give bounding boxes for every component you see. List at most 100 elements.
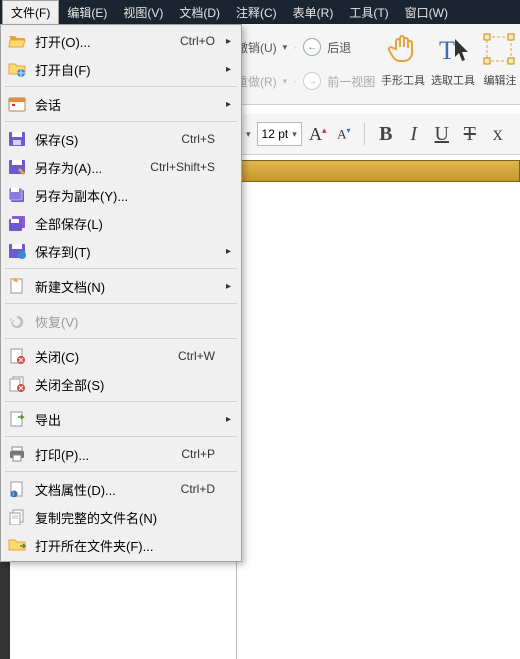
hand-tool[interactable]: 手形工具 bbox=[380, 28, 426, 88]
dropdown-caret-icon[interactable]: ▾ bbox=[283, 76, 288, 87]
menu-item-label: 打开所在文件夹(F)... bbox=[35, 536, 215, 555]
prev-view-arrow-icon[interactable]: → bbox=[303, 72, 321, 90]
menu-item-label: 另存为(A)... bbox=[35, 158, 142, 177]
menu-separator bbox=[5, 471, 237, 472]
shrink-font-button[interactable]: A▾ bbox=[334, 126, 354, 142]
menu-item[interactable]: i文档属性(D)...Ctrl+D bbox=[3, 475, 239, 503]
save-to-icon bbox=[7, 241, 27, 261]
menu-item-label: 保存(S) bbox=[35, 130, 173, 149]
menu-item-shortcut: Ctrl+S bbox=[181, 132, 215, 146]
submenu-arrow-icon: ▸ bbox=[223, 246, 231, 257]
menubar-item-window[interactable]: 窗口(W) bbox=[397, 0, 456, 24]
menubar-item-edit[interactable]: 编辑(E) bbox=[59, 0, 115, 24]
strike-button[interactable]: T bbox=[459, 123, 481, 146]
svg-text:i: i bbox=[13, 492, 14, 497]
ribbon: 撤销(U) ▾ · ← 后退 重做(R) ▾ · → 前一视图 手形工具 T bbox=[236, 24, 520, 105]
menubar-item-document[interactable]: 文档(D) bbox=[171, 0, 228, 24]
menu-separator bbox=[5, 121, 237, 122]
menu-item-label: 导出 bbox=[35, 410, 215, 429]
menu-item[interactable]: 全部保存(L) bbox=[3, 209, 239, 237]
save-as-icon bbox=[7, 157, 27, 177]
menu-item[interactable]: 另存为副本(Y)... bbox=[3, 181, 239, 209]
menu-item-label: 打开自(F) bbox=[35, 60, 215, 79]
menubar-item-tools[interactable]: 工具(T) bbox=[341, 0, 396, 24]
text-cursor-icon: T bbox=[430, 28, 476, 72]
menu-separator bbox=[5, 303, 237, 304]
menu-item-label: 文档属性(D)... bbox=[35, 480, 173, 499]
back-arrow-icon[interactable]: ← bbox=[303, 38, 321, 56]
menu-item-label: 关闭(C) bbox=[35, 347, 170, 366]
menu-item[interactable]: 导出▸ bbox=[3, 405, 239, 433]
redo-label[interactable]: 重做(R) bbox=[236, 73, 277, 90]
menubar-item-view[interactable]: 视图(V) bbox=[115, 0, 171, 24]
submenu-arrow-icon: ▸ bbox=[223, 36, 231, 47]
open-folder-icon bbox=[7, 535, 27, 555]
save-all-icon bbox=[7, 213, 27, 233]
back-label[interactable]: 后退 bbox=[327, 39, 351, 56]
menu-separator bbox=[5, 268, 237, 269]
edit-annot-tool[interactable]: 编辑注 bbox=[480, 28, 520, 88]
font-size-value: 12 pt bbox=[262, 127, 289, 141]
font-size-combo[interactable]: 12 pt ▾ bbox=[257, 122, 302, 146]
menu-item-label: 保存到(T) bbox=[35, 242, 215, 261]
menu-item-label: 复制完整的文件名(N) bbox=[35, 508, 215, 527]
chevron-down-icon: ▾ bbox=[292, 129, 297, 140]
italic-button[interactable]: I bbox=[403, 123, 425, 146]
more-format-button[interactable]: x bbox=[487, 123, 509, 146]
menu-item[interactable]: 保存(S) Ctrl+S bbox=[3, 125, 239, 153]
new-doc-icon bbox=[7, 276, 27, 296]
undo-label[interactable]: 撤销(U) bbox=[236, 39, 277, 56]
svg-text:T: T bbox=[439, 36, 455, 65]
menu-item-shortcut: Ctrl+P bbox=[181, 447, 215, 461]
menu-item[interactable]: 另存为(A)... Ctrl+Shift+S bbox=[3, 153, 239, 181]
menu-separator bbox=[5, 86, 237, 87]
menu-item-shortcut: Ctrl+O bbox=[180, 34, 215, 48]
menu-item[interactable]: 会话▸ bbox=[3, 90, 239, 118]
select-tool[interactable]: T 选取工具 bbox=[430, 28, 476, 88]
menubar-item-comment[interactable]: 注释(C) bbox=[228, 0, 285, 24]
menu-item-label: 打开(O)... bbox=[35, 32, 172, 51]
file-menu: 打开(O)...Ctrl+O▸打开自(F)▸会话▸保存(S)Ctrl+S另存为(… bbox=[0, 24, 242, 562]
menu-item-label: 恢复(V) bbox=[35, 312, 215, 331]
menu-item-label: 另存为副本(Y)... bbox=[35, 186, 215, 205]
document-tab-strip[interactable] bbox=[236, 160, 520, 182]
menu-item-label: 关闭全部(S) bbox=[35, 375, 215, 394]
print-icon bbox=[7, 444, 27, 464]
menu-item[interactable]: 打开(O)... Ctrl+O ▸ bbox=[3, 27, 239, 55]
menu-item[interactable]: 打开所在文件夹(F)... bbox=[3, 531, 239, 559]
folder-open-icon bbox=[7, 31, 27, 51]
font-toolbar: ▾ 12 pt ▾ A▴ A▾ B I U T x bbox=[236, 114, 520, 155]
tool-label: 编辑注 bbox=[480, 72, 520, 88]
prev-view-label[interactable]: 前一视图 bbox=[327, 73, 375, 90]
copy-name-icon bbox=[7, 507, 27, 527]
menubar-item-form[interactable]: 表单(R) bbox=[285, 0, 342, 24]
menubar-item-file[interactable]: 文件(F) bbox=[2, 0, 59, 24]
submenu-arrow-icon: ▸ bbox=[223, 99, 231, 110]
menu-item-shortcut: Ctrl+Shift+S bbox=[150, 160, 215, 174]
menubar-label: 文件(F) bbox=[11, 4, 50, 21]
menu-item[interactable]: 关闭(C)Ctrl+W bbox=[3, 342, 239, 370]
document-area bbox=[236, 184, 520, 659]
folder-globe-icon bbox=[7, 59, 27, 79]
bold-button[interactable]: B bbox=[375, 123, 397, 146]
properties-icon: i bbox=[7, 479, 27, 499]
menu-item-label: 新建文档(N) bbox=[35, 277, 215, 296]
ribbon-history: 撤销(U) ▾ · ← 后退 重做(R) ▾ · → 前一视图 bbox=[236, 24, 380, 104]
ribbon-tools: 手形工具 T 选取工具 编辑注 bbox=[380, 24, 520, 104]
submenu-arrow-icon: ▸ bbox=[223, 64, 231, 75]
underline-button[interactable]: U bbox=[431, 123, 453, 146]
menu-item[interactable]: 新建文档(N)▸ bbox=[3, 272, 239, 300]
grow-font-button[interactable]: A▴ bbox=[308, 124, 328, 145]
chevron-down-icon[interactable]: ▾ bbox=[246, 129, 251, 140]
separator bbox=[364, 123, 365, 145]
menu-item[interactable]: 打开自(F) ▸ bbox=[3, 55, 239, 83]
dropdown-caret-icon[interactable]: ▾ bbox=[283, 42, 288, 53]
menu-item[interactable]: 保存到(T) ▸ bbox=[3, 237, 239, 265]
menu-item[interactable]: 关闭全部(S) bbox=[3, 370, 239, 398]
menu-item: 恢复(V) bbox=[3, 307, 239, 335]
menu-item[interactable]: 打印(P)...Ctrl+P bbox=[3, 440, 239, 468]
select-box-icon bbox=[480, 28, 520, 72]
export-icon bbox=[7, 409, 27, 429]
menu-item[interactable]: 复制完整的文件名(N) bbox=[3, 503, 239, 531]
save-icon bbox=[7, 129, 27, 149]
